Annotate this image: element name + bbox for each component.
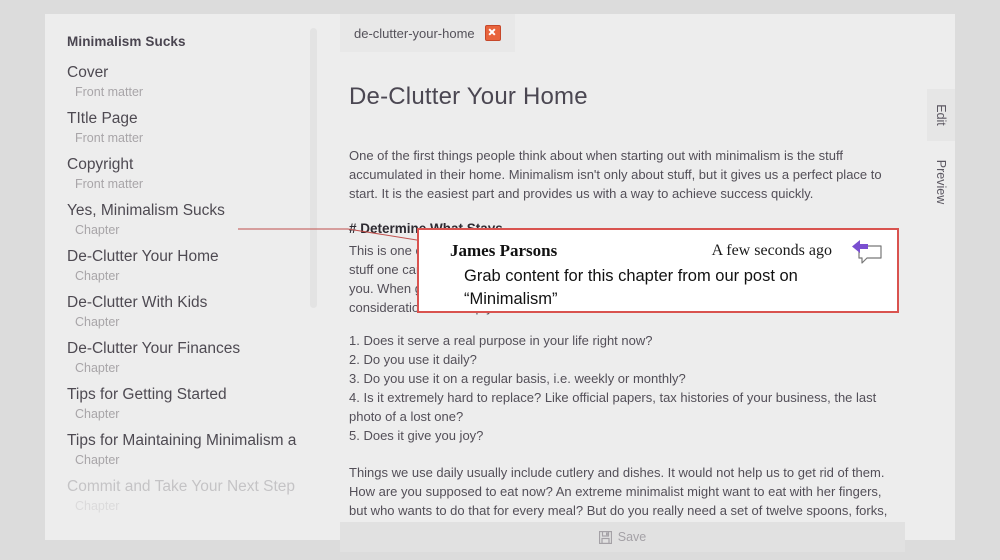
chapter-title: Tips for Maintaining Minimalism a — [67, 432, 297, 449]
chapter-type: Chapter — [75, 269, 120, 283]
chapter-type: Chapter — [75, 223, 120, 237]
floppy-disk-icon — [598, 530, 612, 544]
list-item: 1. Does it serve a real purpose in your … — [349, 333, 653, 348]
list-item[interactable]: De-Clutter Your Home Chapter — [45, 246, 335, 285]
chapter-title: De-Clutter Your Finances — [67, 340, 241, 357]
document-body[interactable]: One of the first things people think abo… — [349, 146, 889, 522]
chapter-title: TItle Page — [67, 110, 138, 127]
save-button[interactable]: Save — [340, 522, 905, 552]
chapter-title: Cover — [67, 64, 109, 81]
list-item[interactable]: Commit and Take Your Next Step Chapter — [45, 476, 335, 515]
chapter-type: Chapter — [75, 407, 120, 421]
comment-author: James Parsons — [450, 241, 558, 260]
list-item[interactable]: Tips for Maintaining Minimalism a Chapte… — [45, 430, 335, 469]
reply-speech-bubble-icon[interactable] — [850, 238, 884, 268]
chapter-title: De-Clutter Your Home — [67, 248, 219, 265]
screenshot-root: Minimalism Sucks Cover Front matter TItl… — [0, 0, 1000, 560]
close-icon[interactable] — [484, 25, 501, 41]
chapter-title: Tips for Getting Started — [67, 386, 227, 403]
tab-label: de-clutter-your-home — [354, 25, 475, 41]
list-item[interactable]: De-Clutter With Kids Chapter — [45, 292, 335, 331]
chapter-type: Chapter — [75, 453, 120, 467]
chapter-type: Front matter — [75, 177, 144, 191]
comment-body: Grab content for this chapter from our p… — [464, 267, 798, 308]
sidebar-scrollbar[interactable] — [310, 28, 317, 468]
tab-edit[interactable]: Edit — [927, 89, 955, 141]
paragraph-cutlery: Things we use daily usually include cutl… — [349, 465, 888, 518]
paragraph-intro: One of the first things people think abo… — [349, 148, 882, 201]
save-label: Save — [617, 530, 647, 544]
chapter-title: Copyright — [67, 156, 134, 173]
sidebar-scrollbar-thumb[interactable] — [310, 28, 317, 308]
list-item: 4. Is it extremely hard to replace? Like… — [349, 390, 877, 424]
page-title: De-Clutter Your Home — [349, 83, 588, 110]
tab-de-clutter-your-home[interactable]: de-clutter-your-home — [340, 14, 515, 52]
chapter-title: De-Clutter With Kids — [67, 294, 208, 311]
chapter-title: Yes, Minimalism Sucks — [67, 202, 225, 219]
list-item: 5. Does it give you joy? — [349, 428, 484, 443]
list-item[interactable]: Tips for Getting Started Chapter — [45, 384, 335, 423]
book-title: Minimalism Sucks — [67, 34, 186, 49]
chapter-type: Chapter — [75, 499, 120, 513]
chapter-sidebar: Minimalism Sucks Cover Front matter TItl… — [45, 14, 335, 540]
list-item[interactable]: Cover Front matter — [45, 62, 335, 101]
list-item: 3. Do you use it on a regular basis, i.e… — [349, 371, 686, 386]
tab-edit-label: Edit — [933, 104, 948, 126]
list-item[interactable]: Copyright Front matter — [45, 154, 335, 193]
chapter-type: Front matter — [75, 131, 144, 145]
list-item[interactable]: Yes, Minimalism Sucks Chapter — [45, 200, 335, 239]
chapter-list[interactable]: Cover Front matter TItle Page Front matt… — [45, 62, 335, 540]
comment-timestamp: A few seconds ago — [711, 242, 832, 259]
chapter-title: Commit and Take Your Next Step — [67, 478, 296, 495]
tab-preview-label: Preview — [934, 159, 948, 205]
list-item: 2. Do you use it daily? — [349, 352, 477, 367]
comment-popup[interactable]: James Parsons A few seconds ago Grab con… — [417, 228, 899, 313]
list-item[interactable]: De-Clutter Your Finances Chapter — [45, 338, 335, 377]
chapter-type: Chapter — [75, 361, 120, 375]
list-item[interactable]: TItle Page Front matter — [45, 108, 335, 147]
chapter-type: Chapter — [75, 315, 120, 329]
tab-preview[interactable]: Preview — [927, 147, 955, 217]
chapter-type: Front matter — [75, 85, 144, 99]
tab-bar: de-clutter-your-home — [335, 14, 955, 52]
